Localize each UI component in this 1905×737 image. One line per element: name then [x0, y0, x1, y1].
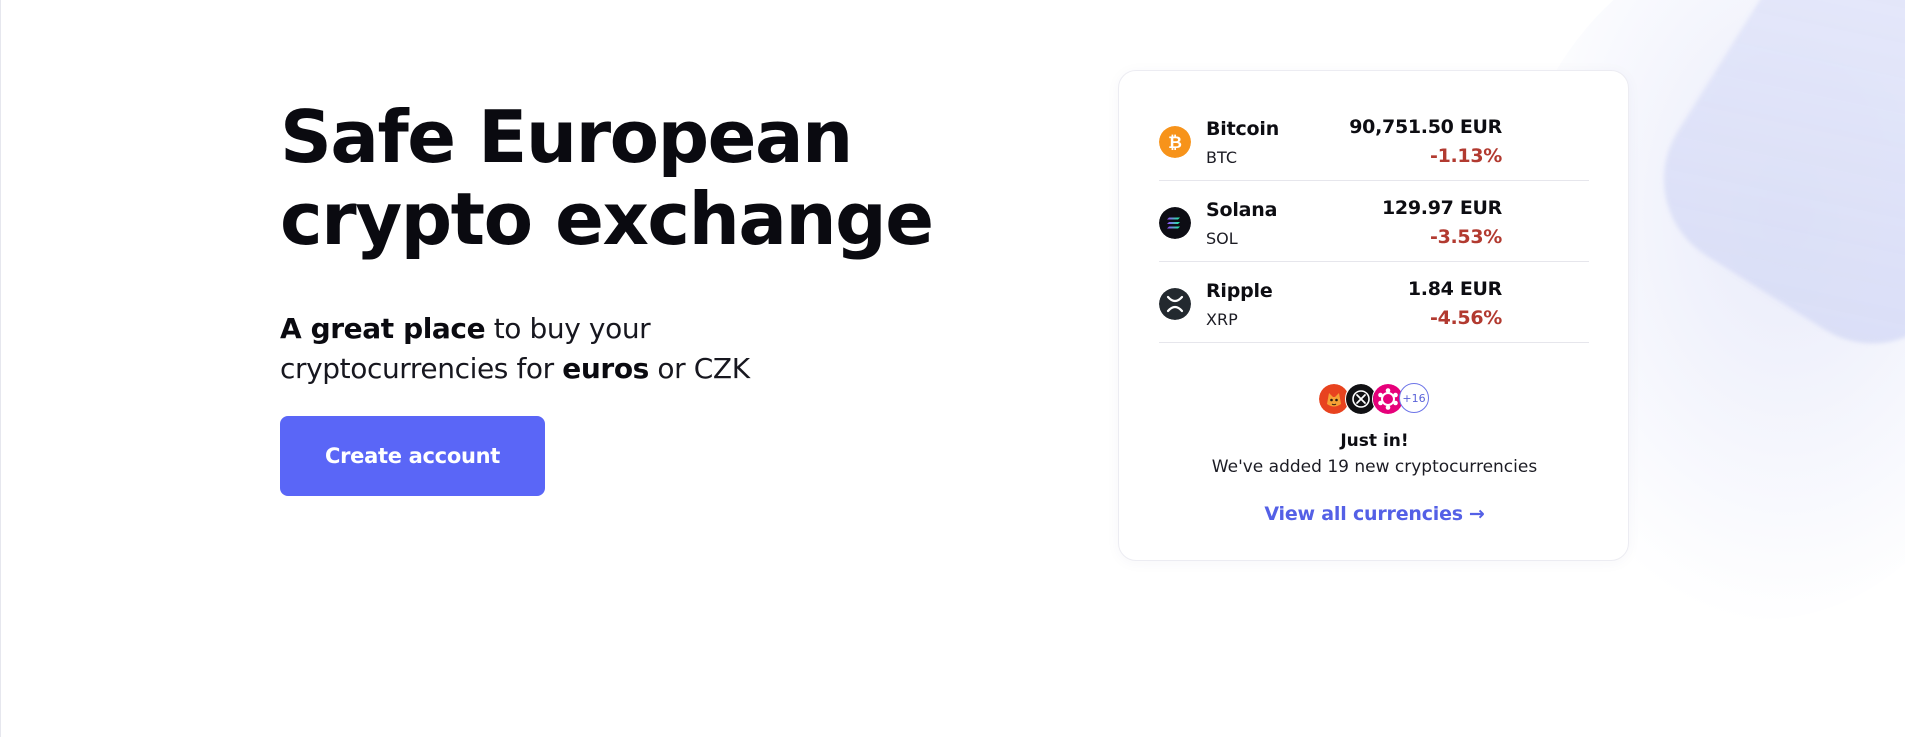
view-all-label: View all currencies [1264, 503, 1463, 525]
svg-text:₿: ₿ [1168, 133, 1182, 153]
create-account-button[interactable]: Create account [280, 416, 545, 496]
coin-change: -4.56% [1429, 307, 1502, 329]
coin-name: Solana [1206, 199, 1278, 221]
coin-price: 129.97 EUR [1382, 197, 1502, 219]
hero-subtitle: A great place to buy your cryptocurrencie… [280, 309, 840, 389]
hero-title: Safe European crypto exchange [280, 96, 980, 260]
coin-price: 90,751.50 EUR [1349, 116, 1502, 138]
hero-title-line2: crypto exchange [280, 177, 934, 261]
subtitle-euros: euros [562, 352, 649, 385]
subtitle-text: cryptocurrencies for [280, 352, 563, 385]
page: Safe European crypto exchange A great pl… [0, 0, 1905, 737]
more-coins-badge: +16 [1399, 383, 1429, 413]
just-in-heading: Just in! [1340, 431, 1409, 451]
coin-price: 1.84 EUR [1407, 278, 1502, 300]
view-all-currencies-link[interactable]: View all currencies → [1119, 503, 1630, 525]
subtitle-text: or CZK [648, 352, 750, 385]
coin-ticker: SOL [1206, 229, 1238, 248]
new-coins-text: We've added 19 new cryptocurrencies [1211, 457, 1538, 477]
rates-card: ₿ Bitcoin BTC 90,751.50 EUR -1.13% Solan… [1118, 70, 1629, 561]
rate-row-ripple[interactable]: Ripple XRP 1.84 EUR -4.56% [1159, 263, 1589, 343]
coin-ticker: BTC [1206, 148, 1237, 167]
coin-name: Bitcoin [1206, 118, 1280, 140]
ripple-icon [1159, 288, 1191, 320]
coin-change: -3.53% [1429, 226, 1502, 248]
hero-title-line1: Safe European [280, 95, 853, 179]
subtitle-text: to buy your [485, 312, 651, 345]
solana-icon [1159, 207, 1191, 239]
subtitle-highlight: A great place [280, 312, 486, 345]
bitcoin-icon: ₿ [1159, 126, 1191, 158]
new-coins-icons: +16 [1318, 383, 1438, 415]
arrow-right-icon: → [1468, 503, 1485, 525]
coin-ticker: XRP [1206, 310, 1238, 329]
rate-row-bitcoin[interactable]: ₿ Bitcoin BTC 90,751.50 EUR -1.13% [1159, 101, 1589, 181]
coin-name: Ripple [1206, 280, 1273, 302]
coin-change: -1.13% [1429, 145, 1502, 167]
rate-row-solana[interactable]: Solana SOL 129.97 EUR -3.53% [1159, 182, 1589, 262]
